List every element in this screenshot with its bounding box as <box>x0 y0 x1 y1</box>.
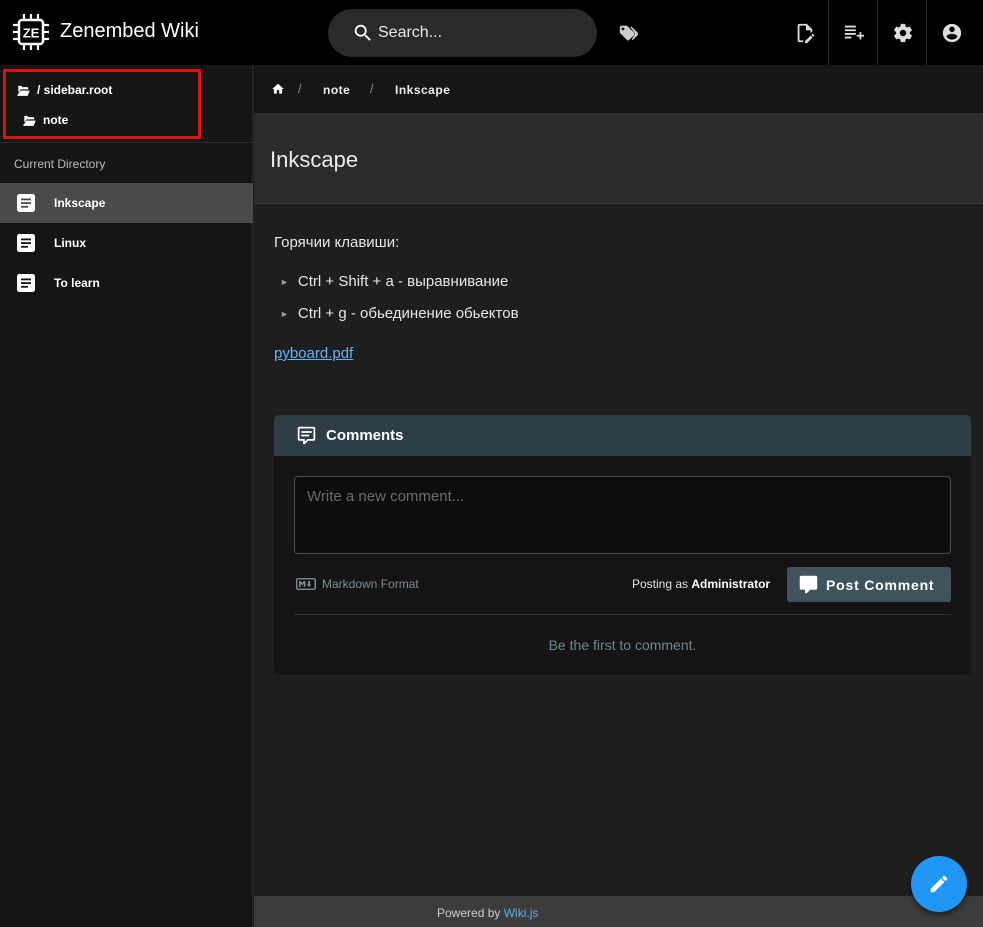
gear-icon <box>893 23 912 42</box>
edit-page-button[interactable] <box>780 0 829 65</box>
sidebar-item-to-learn[interactable]: To learn <box>0 263 253 303</box>
sidebar-item-label: Linux <box>54 236 86 250</box>
markdown-icon <box>296 578 316 590</box>
document-icon <box>17 194 35 212</box>
search-icon <box>354 24 371 41</box>
footer-text: Powered by Wiki.js <box>437 906 538 920</box>
posting-as-prefix: Posting as <box>632 577 689 591</box>
edit-fab-button[interactable] <box>911 856 967 912</box>
account-circle-icon <box>942 23 961 42</box>
new-page-button[interactable] <box>829 0 878 65</box>
sidebar-item-inkscape[interactable]: Inkscape <box>0 183 253 223</box>
highlight-box <box>3 69 201 139</box>
comments-header: Comments <box>274 415 971 456</box>
comment-icon <box>799 575 818 594</box>
comments-divider <box>294 614 951 615</box>
admin-settings-button[interactable] <box>878 0 927 65</box>
posting-as: Posting as Administrator <box>632 577 770 591</box>
comments-empty-state: Be the first to comment. <box>548 637 697 653</box>
breadcrumb-separator: / <box>298 81 302 96</box>
list-item: ► Ctrl + Shift + a - выравнивание <box>280 273 508 290</box>
markdown-format-label: Markdown Format <box>322 577 419 591</box>
svg-text:ZE: ZE <box>23 26 40 41</box>
file-edit-icon <box>797 23 814 43</box>
page-header: Inkscape <box>254 113 983 204</box>
posting-as-user: Administrator <box>691 577 771 591</box>
sidebar-item-label: Inkscape <box>54 196 106 210</box>
attachment-link[interactable]: pyboard.pdf <box>274 345 353 362</box>
note-plus-icon <box>844 25 864 39</box>
document-icon <box>17 274 35 292</box>
document-icon <box>17 234 35 252</box>
content-paragraph: Горячии клавиши: <box>274 234 400 251</box>
list-bullet-icon: ► <box>280 276 289 287</box>
home-icon[interactable] <box>271 82 285 96</box>
breadcrumb-item-note[interactable]: note <box>323 83 350 97</box>
post-comment-label: Post Comment <box>826 577 935 593</box>
list-bullet-icon: ► <box>280 308 289 319</box>
page-title: Inkscape <box>270 147 359 172</box>
list-item: ► Ctrl + g - обьединение обьектов <box>280 305 519 322</box>
tags-button[interactable] <box>604 0 653 65</box>
comment-text-icon <box>297 426 316 445</box>
tags-icon <box>619 25 638 40</box>
sidebar: / sidebar.root note Current Directory In… <box>0 65 253 927</box>
footer-prefix: Powered by <box>437 906 501 920</box>
footer: Powered by Wiki.js <box>254 896 983 927</box>
markdown-format-hint[interactable]: Markdown Format <box>296 577 419 591</box>
sidebar-divider <box>0 142 253 143</box>
breadcrumb-separator: / <box>370 81 374 96</box>
search-bar[interactable] <box>328 9 597 57</box>
logo[interactable]: ZE <box>12 13 50 51</box>
sidebar-item-label: To learn <box>54 276 100 290</box>
top-app-bar: ZE Zenembed Wiki <box>0 0 983 65</box>
account-button[interactable] <box>927 0 976 65</box>
breadcrumb-item-current: Inkscape <box>395 83 451 97</box>
wikijs-link[interactable]: Wiki.js <box>504 906 539 920</box>
search-input[interactable] <box>378 21 578 45</box>
pencil-icon <box>930 875 948 893</box>
breadcrumb: / note / Inkscape <box>254 65 983 113</box>
comments-card: Comments Markdown Format Posting as Admi… <box>274 415 971 675</box>
list-item-text: Ctrl + g - обьединение обьектов <box>297 305 519 322</box>
current-directory-header: Current Directory <box>14 157 106 171</box>
comments-title: Comments <box>326 427 404 444</box>
comment-input[interactable] <box>294 476 951 554</box>
app-title[interactable]: Zenembed Wiki <box>60 20 199 43</box>
list-item-text: Ctrl + Shift + a - выравнивание <box>297 273 509 290</box>
sidebar-item-linux[interactable]: Linux <box>0 223 253 263</box>
post-comment-button[interactable]: Post Comment <box>787 567 951 602</box>
